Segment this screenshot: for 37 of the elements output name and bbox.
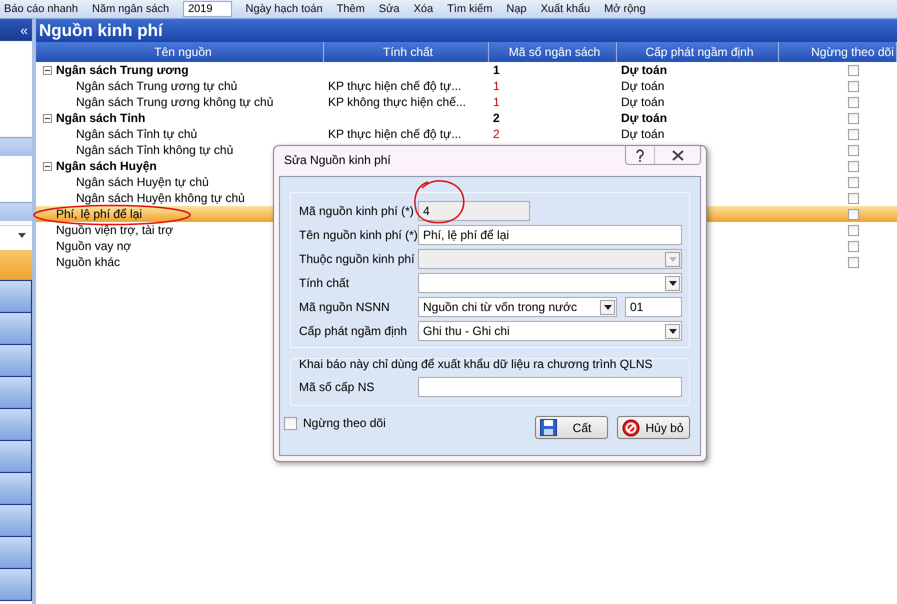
checkbox-label: Ngừng theo dõi bbox=[303, 416, 386, 430]
budget-code: 2 bbox=[493, 126, 500, 142]
budget-code: 1 bbox=[493, 78, 500, 94]
field-label: Mã số cấp NS bbox=[299, 380, 376, 394]
budget-code: 2 bbox=[493, 110, 500, 126]
source-name: Phí, lệ phí để lại bbox=[55, 208, 142, 220]
nature-text: KP thực hiện chế độ tự... bbox=[328, 126, 462, 142]
page-title: Nguồn kinh phí bbox=[36, 19, 897, 42]
allocation-text: Dự toán bbox=[621, 94, 664, 110]
source-name: Ngân sách Trung ương bbox=[56, 64, 189, 76]
source-name: Ngân sách Trung ương tự chủ bbox=[75, 80, 238, 92]
field-label: Cấp phát ngầm định bbox=[299, 324, 408, 338]
source-name: Ngân sách Huyện không tự chủ bbox=[75, 192, 245, 204]
source-name: Ngân sách Tỉnh tự chủ bbox=[75, 128, 198, 140]
dialog-title: Sửa Nguồn kinh phí bbox=[284, 153, 391, 167]
source-name: Ngân sách Huyện tự chủ bbox=[75, 176, 209, 188]
field-label: Tính chất bbox=[299, 276, 350, 290]
field-label: Tên nguồn kinh phí (*) bbox=[299, 228, 418, 242]
source-name: Ngân sách Huyện bbox=[56, 160, 157, 172]
field-label: Mã nguồn NSNN bbox=[299, 300, 391, 314]
nature-text: KP thực hiện chế độ tự... bbox=[328, 78, 462, 94]
allocation-text: Dự toán bbox=[621, 126, 664, 142]
source-name: Ngân sách Tỉnh không tự chủ bbox=[75, 144, 234, 156]
source-name: Ngân sách Tỉnh bbox=[56, 112, 146, 124]
group-legend: Khai báo này chỉ dùng để xuất khẩu dữ liệu ra chương trình QLNS bbox=[299, 357, 684, 371]
allocation-text: Dự toán bbox=[621, 78, 664, 94]
budget-code: 1 bbox=[493, 62, 500, 78]
budget-code: 1 bbox=[493, 94, 500, 110]
source-name: Nguồn khác bbox=[55, 256, 120, 268]
source-name: Nguồn viện trợ, tài trợ bbox=[55, 224, 174, 236]
source-name: Nguồn vay nợ bbox=[55, 240, 132, 252]
allocation-text: Dự toán bbox=[621, 110, 668, 126]
allocation-text: Dự toán bbox=[621, 62, 668, 78]
field-label: Mã nguồn kinh phí (*) bbox=[299, 204, 415, 218]
nature-text: KP không thực hiện chế... bbox=[328, 94, 466, 110]
field-label: Thuộc nguồn kinh phí bbox=[299, 252, 416, 266]
source-name: Ngân sách Trung ương không tự chủ bbox=[75, 96, 274, 108]
